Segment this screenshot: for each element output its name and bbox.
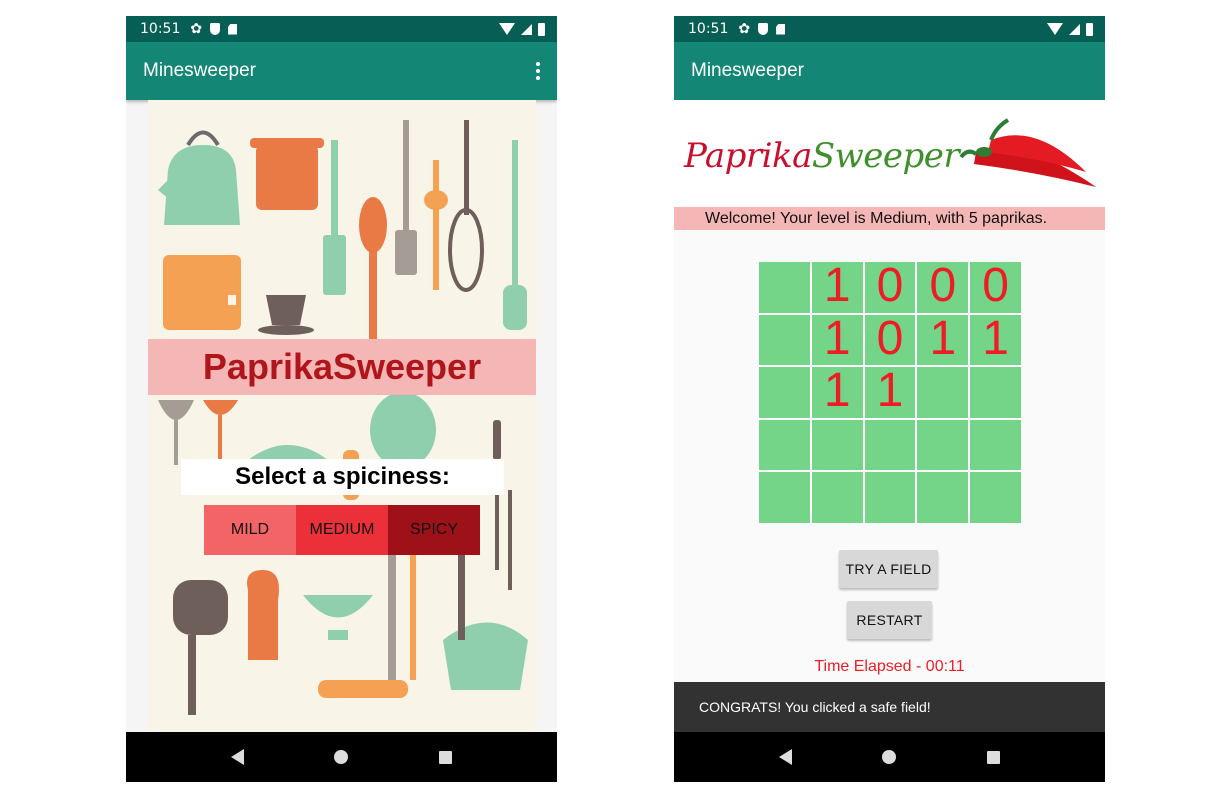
- shield-icon: [210, 23, 221, 35]
- try-a-field-button[interactable]: TRY A FIELD: [839, 550, 938, 588]
- signal-icon: [521, 23, 532, 35]
- grid-cell[interactable]: 0: [864, 262, 916, 313]
- navigation-bar: [126, 732, 557, 782]
- battery-icon: [1086, 22, 1093, 36]
- wifi-icon: [499, 23, 515, 35]
- grid-cell[interactable]: 1: [811, 314, 863, 366]
- spiciness-prompt: Select a spiciness:: [181, 459, 504, 495]
- signal-icon: [1069, 23, 1080, 35]
- kitchen-utensils-illustration: [148, 100, 536, 732]
- spicy-button[interactable]: SPICY: [388, 505, 480, 555]
- recents-icon[interactable]: [438, 750, 452, 764]
- status-bar: 10:51 ✿: [674, 16, 1105, 42]
- logo-text-paprika: Paprika: [684, 136, 812, 176]
- grid-cell[interactable]: [759, 367, 810, 418]
- mild-button[interactable]: MILD: [204, 505, 296, 555]
- grid-cell[interactable]: 1: [970, 314, 1021, 366]
- overflow-menu-icon[interactable]: [535, 62, 541, 80]
- chili-pepper-icon: [959, 118, 1096, 187]
- grid-cell[interactable]: [759, 262, 810, 313]
- gear-icon: ✿: [190, 21, 203, 37]
- logo-text-sweeper: Sweeper: [811, 136, 960, 176]
- minefield-grid: 1000101111: [759, 262, 1021, 523]
- grid-cell[interactable]: [917, 367, 969, 418]
- app-banner-title: PaprikaSweeper: [148, 339, 536, 395]
- logo-text: PaprikaSweeper: [684, 136, 960, 176]
- app-bar: Minesweeper: [126, 42, 557, 100]
- grid-cell[interactable]: [917, 419, 969, 471]
- home-icon[interactable]: [882, 750, 897, 764]
- medium-button[interactable]: MEDIUM: [296, 505, 388, 555]
- paprikasweeper-logo: PaprikaSweeper: [674, 100, 1105, 206]
- gear-icon: ✿: [738, 21, 751, 37]
- status-bar: 10:51 ✿: [126, 16, 557, 42]
- battery-icon: [538, 22, 545, 36]
- grid-cell[interactable]: [811, 472, 863, 523]
- status-time: 10:51: [140, 21, 181, 37]
- grid-cell[interactable]: 1: [917, 314, 969, 366]
- status-time: 10:51: [688, 21, 729, 37]
- recents-icon[interactable]: [986, 750, 1000, 764]
- toast-message: CONGRATS! You clicked a safe field!: [674, 682, 1105, 732]
- grid-cell[interactable]: [864, 472, 916, 523]
- grid-cell[interactable]: 1: [811, 262, 863, 313]
- app-bar: Minesweeper: [674, 42, 1105, 100]
- home-icon[interactable]: [334, 750, 349, 764]
- grid-cell[interactable]: [864, 419, 916, 471]
- grid-cell[interactable]: [811, 419, 863, 471]
- time-elapsed: Time Elapsed - 00:11: [814, 658, 965, 675]
- grid-cell[interactable]: [970, 472, 1021, 523]
- grid-cell[interactable]: [970, 419, 1021, 471]
- grid-cell[interactable]: 1: [864, 367, 916, 418]
- grid-cell[interactable]: [970, 367, 1021, 418]
- sd-card-icon: [228, 23, 238, 35]
- app-title: Minesweeper: [691, 60, 804, 81]
- grid-cell[interactable]: 1: [811, 367, 863, 418]
- sd-card-icon: [776, 23, 786, 35]
- grid-cell[interactable]: [759, 314, 810, 366]
- wifi-icon: [1047, 23, 1063, 35]
- back-icon[interactable]: [779, 749, 793, 765]
- app-title: Minesweeper: [143, 60, 256, 81]
- grid-cell[interactable]: [759, 419, 810, 471]
- phone-screen-right: 10:51 ✿ Minesweeper PaprikaSweeper Welco…: [674, 16, 1105, 782]
- grid-cell[interactable]: [917, 472, 969, 523]
- grid-cell[interactable]: [759, 472, 810, 523]
- navigation-bar: [674, 732, 1105, 782]
- grid-cell[interactable]: 0: [917, 262, 969, 313]
- grid-cell[interactable]: 0: [970, 262, 1021, 313]
- shield-icon: [758, 23, 769, 35]
- spiciness-button-group: MILD MEDIUM SPICY: [204, 505, 480, 555]
- grid-cell[interactable]: 0: [864, 314, 916, 366]
- welcome-message: Welcome! Your level is Medium, with 5 pa…: [674, 207, 1105, 230]
- back-icon[interactable]: [231, 749, 245, 765]
- restart-button[interactable]: RESTART: [847, 601, 932, 639]
- phone-screen-left: 10:51 ✿ Minesweeper PaprikaSweeper Selec…: [126, 16, 557, 782]
